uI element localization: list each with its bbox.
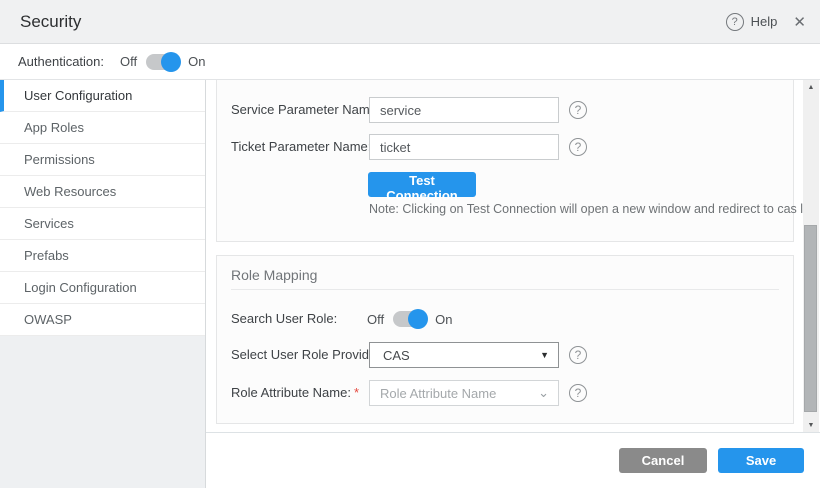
test-connection-button[interactable]: Test Connection [368, 172, 476, 197]
sidebar-item-prefabs[interactable]: Prefabs [0, 240, 205, 272]
role-mapping-panel: Role Mapping Search User Role: Off On Se… [216, 255, 794, 424]
role-attribute-placeholder: Role Attribute Name [380, 386, 496, 401]
dropdown-arrow-icon: ▼ [540, 350, 549, 360]
sidebar-item-login-configuration[interactable]: Login Configuration [0, 272, 205, 304]
ticket-parameter-help-icon[interactable]: ? [569, 138, 587, 156]
security-dialog: Security ? Help ✕ Authentication: Off On… [0, 0, 820, 488]
scroll-down-icon[interactable]: ▼ [803, 422, 819, 429]
user-role-provider-select[interactable]: CAS ▼ [369, 342, 559, 368]
search-user-role-off-label: Off [367, 312, 384, 327]
sidebar: User Configuration App Roles Permissions… [0, 80, 206, 488]
help-icon[interactable]: ? [726, 13, 744, 31]
header-actions: ? Help ✕ [726, 13, 806, 31]
chevron-down-icon: ⌄ [538, 388, 549, 398]
user-role-provider-label: Select User Role Provider: [231, 342, 384, 368]
role-attribute-label: Role Attribute Name:* [231, 380, 359, 406]
test-connection-note: Note: Clicking on Test Connection will o… [369, 202, 820, 216]
sidebar-item-owasp[interactable]: OWASP [0, 304, 205, 336]
service-parameter-label: Service Parameter Name:* [231, 97, 389, 123]
sidebar-item-app-roles[interactable]: App Roles [0, 112, 205, 144]
role-attribute-combobox[interactable]: Role Attribute Name ⌄ [369, 380, 559, 406]
user-role-provider-help-icon[interactable]: ? [569, 346, 587, 364]
search-user-role-label: Search User Role: [231, 306, 337, 332]
save-button[interactable]: Save [718, 448, 804, 473]
service-parameter-help-icon[interactable]: ? [569, 101, 587, 119]
footer-divider [206, 432, 820, 433]
connection-settings-panel: Service Parameter Name:* ? Ticket Parame… [216, 80, 794, 242]
user-role-provider-value: CAS [383, 348, 410, 363]
toggle-knob [161, 52, 181, 72]
service-parameter-input[interactable] [369, 97, 559, 123]
dialog-header: Security ? Help ✕ [0, 0, 820, 44]
sidebar-item-services[interactable]: Services [0, 208, 205, 240]
sidebar-item-user-configuration[interactable]: User Configuration [0, 80, 205, 112]
section-divider [231, 289, 779, 290]
role-mapping-title: Role Mapping [231, 267, 317, 283]
search-user-role-toggle-group: Off On [367, 306, 452, 332]
ticket-parameter-label: Ticket Parameter Name:* [231, 134, 379, 160]
authentication-on-label: On [188, 54, 205, 69]
page-title: Security [20, 12, 81, 32]
help-link[interactable]: Help [751, 14, 778, 29]
authentication-label: Authentication: [18, 54, 104, 69]
search-user-role-toggle[interactable] [393, 311, 426, 327]
role-attribute-help-icon[interactable]: ? [569, 384, 587, 402]
sidebar-item-permissions[interactable]: Permissions [0, 144, 205, 176]
sidebar-item-web-resources[interactable]: Web Resources [0, 176, 205, 208]
authentication-toggle[interactable] [146, 54, 179, 70]
cancel-button[interactable]: Cancel [619, 448, 707, 473]
required-marker: * [354, 385, 359, 400]
scroll-up-icon[interactable]: ▲ [803, 84, 819, 91]
vertical-scrollbar[interactable]: ▲ ▼ [803, 80, 819, 433]
search-user-role-on-label: On [435, 312, 452, 327]
authentication-off-label: Off [120, 54, 137, 69]
close-icon[interactable]: ✕ [793, 13, 806, 31]
toggle-knob [408, 309, 428, 329]
scrollbar-thumb[interactable] [804, 225, 817, 412]
ticket-parameter-input[interactable] [369, 134, 559, 160]
authentication-bar: Authentication: Off On [0, 44, 820, 80]
